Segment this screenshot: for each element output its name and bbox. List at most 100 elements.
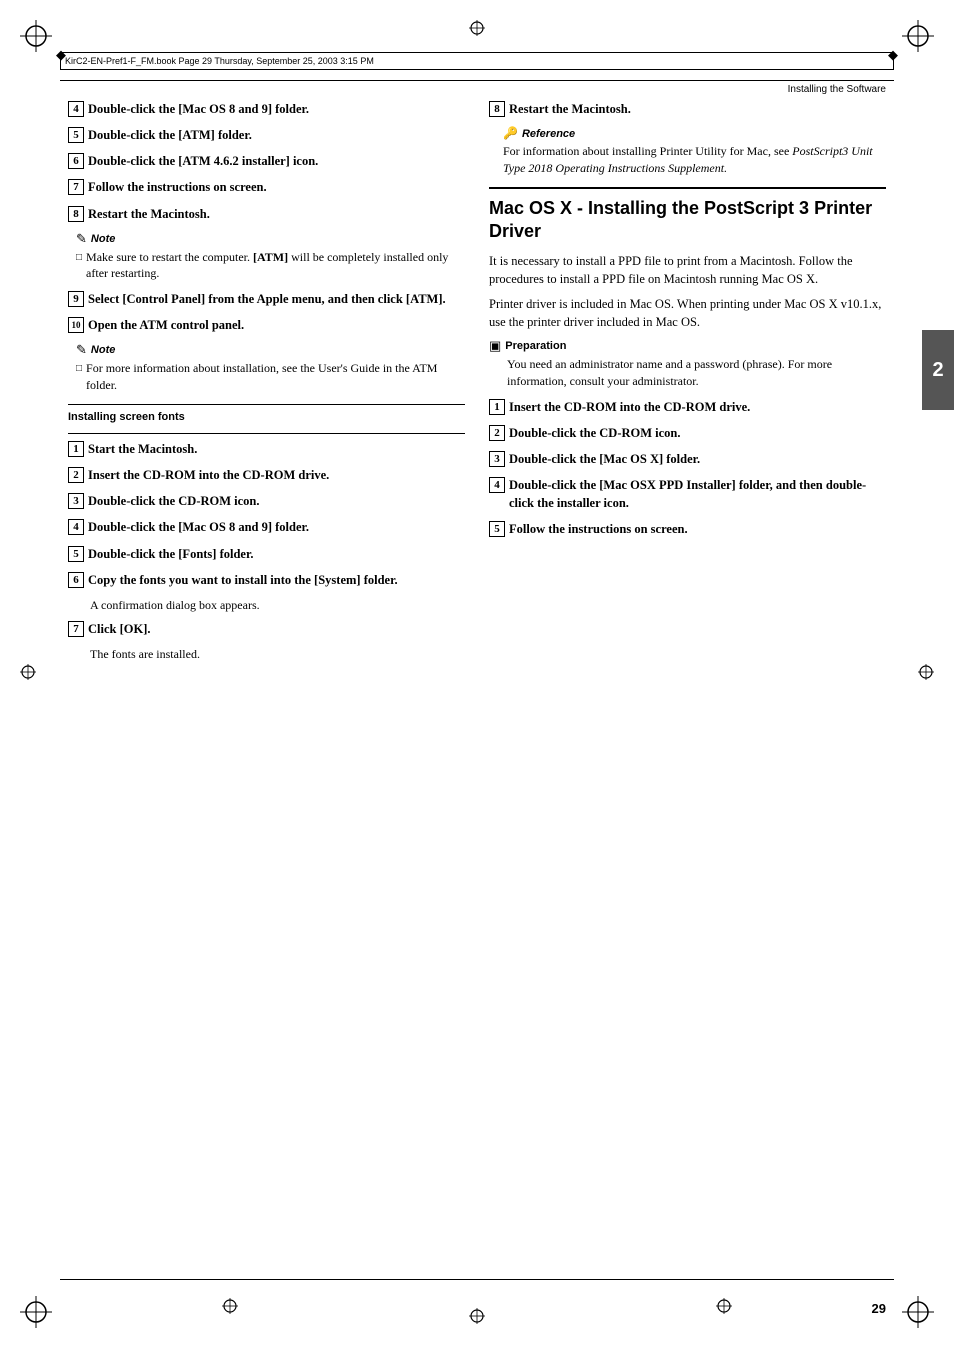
step-text-4: Double-click the [Mac OS 8 and 9] folder… <box>88 100 309 118</box>
note-box-2: ✎ Note □ For more information about inst… <box>68 342 465 394</box>
step-text-5: Double-click the [ATM] folder. <box>88 126 252 144</box>
right-col-step-text-2: Double-click the CD-ROM icon. <box>509 424 681 442</box>
note-icon-row-1: ✎ Note <box>76 231 465 247</box>
step-num-7: 7 <box>68 179 84 195</box>
left-column: 4 Double-click the [Mac OS 8 and 9] fold… <box>68 100 465 669</box>
step-text-6: Double-click the [ATM 4.6.2 installer] i… <box>88 152 318 170</box>
prep-icon: ▣ <box>489 338 501 354</box>
diamond-right-icon: ◆ <box>888 47 898 63</box>
note-text-1: Make sure to restart the computer. [ATM]… <box>86 249 465 283</box>
step-num-5: 5 <box>68 127 84 143</box>
section-divider <box>68 404 465 405</box>
step-num-6: 6 <box>68 153 84 169</box>
step-left-8: 8 Restart the Macintosh. <box>68 205 465 223</box>
prep-label: Preparation <box>505 340 566 352</box>
right-step-text-8: Restart the Macintosh. <box>509 100 631 118</box>
right-step-num-8: 8 <box>489 101 505 117</box>
right-col-step-4: 4 Double-click the [Mac OSX PPD Installe… <box>489 476 886 512</box>
section-divider-2 <box>68 433 465 434</box>
note-item-2: □ For more information about installatio… <box>76 360 465 394</box>
right-col-step-1: 1 Insert the CD-ROM into the CD-ROM driv… <box>489 398 886 416</box>
chapter-tab: 2 <box>922 330 954 410</box>
right-col-step-num-5: 5 <box>489 521 505 537</box>
corner-mark-bl <box>18 1294 54 1330</box>
prep-text: You need an administrator name and a pas… <box>489 356 886 390</box>
fonts-step-text-5: Double-click the [Fonts] folder. <box>88 545 254 563</box>
corner-mark-br <box>900 1294 936 1330</box>
fonts-step-num-6: 6 <box>68 572 84 588</box>
pencil-icon-2: ✎ <box>76 342 87 358</box>
right-col-step-text-4: Double-click the [Mac OSX PPD Installer]… <box>509 476 886 512</box>
page-number: 29 <box>872 1301 886 1316</box>
reg-top-center <box>467 18 487 42</box>
file-info-text: KirC2-EN-Pref1-F_FM.book Page 29 Thursda… <box>65 56 374 66</box>
step-left-7: 7 Follow the instructions on screen. <box>68 178 465 196</box>
note-box-1: ✎ Note □ Make sure to restart the comput… <box>68 231 465 283</box>
fonts-step-text-3: Double-click the CD-ROM icon. <box>88 492 260 510</box>
step-left-6: 6 Double-click the [ATM 4.6.2 installer]… <box>68 152 465 170</box>
note-text-2: For more information about installation,… <box>86 360 465 394</box>
reg-right-center <box>916 662 936 686</box>
page: KirC2-EN-Pref1-F_FM.book Page 29 Thursda… <box>0 0 954 1348</box>
diamond-left-icon: ◆ <box>56 47 66 63</box>
fonts-step-num-5: 5 <box>68 546 84 562</box>
ref-icon-row: 🔑 Reference <box>503 126 886 141</box>
ref-text: For information about installing Printer… <box>503 143 886 177</box>
body-para-1: It is necessary to install a PPD file to… <box>489 252 886 288</box>
fonts-step-text-4: Double-click the [Mac OS 8 and 9] folder… <box>88 518 309 536</box>
note-icon-row-2: ✎ Note <box>76 342 465 358</box>
fonts-step-text-1: Start the Macintosh. <box>88 440 197 458</box>
step-text-7: Follow the instructions on screen. <box>88 178 267 196</box>
file-info-bar: KirC2-EN-Pref1-F_FM.book Page 29 Thursda… <box>60 52 894 70</box>
page-header-line <box>60 80 894 81</box>
fonts-step-num-2: 2 <box>68 467 84 483</box>
pencil-icon-1: ✎ <box>76 231 87 247</box>
right-col-step-num-3: 3 <box>489 451 505 467</box>
fonts-step-4: 4 Double-click the [Mac OS 8 and 9] fold… <box>68 518 465 536</box>
note-label-2: Note <box>91 344 115 356</box>
fonts-step-5: 5 Double-click the [Fonts] folder. <box>68 545 465 563</box>
fonts-step-6: 6 Copy the fonts you want to install int… <box>68 571 465 589</box>
ref-label: Reference <box>522 128 575 140</box>
checkbox-icon-1: □ <box>76 251 82 265</box>
bottom-line <box>60 1279 894 1280</box>
fonts-step-7-sub: The fonts are installed. <box>90 646 465 663</box>
bottom-reg-left <box>220 1296 240 1320</box>
fonts-step-7: 7 Click [OK]. <box>68 620 465 638</box>
note-label-1: Note <box>91 233 115 245</box>
fonts-step-num-4: 4 <box>68 519 84 535</box>
fonts-step-text-6: Copy the fonts you want to install into … <box>88 571 398 589</box>
subsection-label-fonts: Installing screen fonts <box>68 411 465 423</box>
header-text: Installing the Software <box>788 84 886 95</box>
right-step-8: 8 Restart the Macintosh. <box>489 100 886 118</box>
prep-icon-row: ▣ Preparation <box>489 338 886 354</box>
key-icon: 🔑 <box>503 126 518 141</box>
fonts-step-num-7: 7 <box>68 621 84 637</box>
right-col-step-3: 3 Double-click the [Mac OS X] folder. <box>489 450 886 468</box>
two-column-layout: 4 Double-click the [Mac OS 8 and 9] fold… <box>68 100 886 669</box>
right-col-step-text-1: Insert the CD-ROM into the CD-ROM drive. <box>509 398 750 416</box>
fonts-step-6-sub: A confirmation dialog box appears. <box>90 597 465 614</box>
step-num-10: 10 <box>68 317 84 333</box>
step-left-5: 5 Double-click the [ATM] folder. <box>68 126 465 144</box>
fonts-step-2: 2 Insert the CD-ROM into the CD-ROM driv… <box>68 466 465 484</box>
checkbox-icon-2: □ <box>76 362 82 376</box>
step-left-4: 4 Double-click the [Mac OS 8 and 9] fold… <box>68 100 465 118</box>
step-left-9: 9 Select [Control Panel] from the Apple … <box>68 290 465 308</box>
step-left-10: 10 Open the ATM control panel. <box>68 316 465 334</box>
fonts-step-num-3: 3 <box>68 493 84 509</box>
prep-box: ▣ Preparation You need an administrator … <box>489 338 886 390</box>
right-col-step-num-1: 1 <box>489 399 505 415</box>
right-col-step-num-4: 4 <box>489 477 505 493</box>
fonts-step-text-7: Click [OK]. <box>88 620 151 638</box>
right-col-step-num-2: 2 <box>489 425 505 441</box>
fonts-step-num-1: 1 <box>68 441 84 457</box>
reference-box: 🔑 Reference For information about instal… <box>503 126 886 177</box>
corner-mark-tl <box>18 18 54 54</box>
corner-mark-tr <box>900 18 936 54</box>
reg-bottom-center <box>467 1306 487 1330</box>
step-text-8: Restart the Macintosh. <box>88 205 210 223</box>
step-num-8: 8 <box>68 206 84 222</box>
section-heading-macosx: Mac OS X - Installing the PostScript 3 P… <box>489 187 886 244</box>
step-text-10: Open the ATM control panel. <box>88 316 244 334</box>
